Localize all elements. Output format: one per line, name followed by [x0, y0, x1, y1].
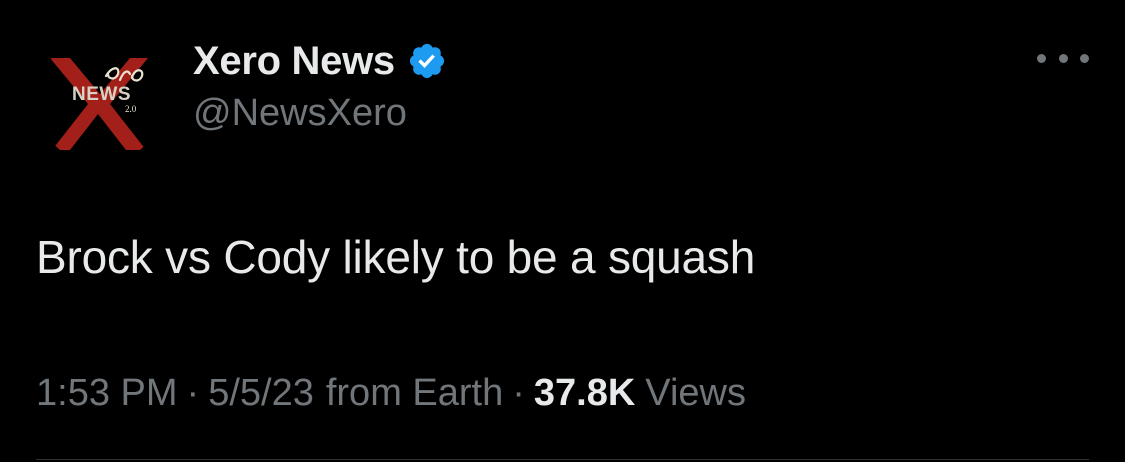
- tweet-source: from Earth: [325, 372, 504, 414]
- views-count[interactable]: 37.8K: [534, 372, 635, 415]
- xero-news-logo-icon: NEWS 2.0: [36, 36, 164, 164]
- tweet-text: Brock vs Cody likely to be a squash: [36, 231, 756, 283]
- author-handle[interactable]: @NewsXero: [193, 92, 407, 135]
- separator: ·: [512, 372, 525, 414]
- svg-text:2.0: 2.0: [125, 104, 137, 114]
- tweet-date[interactable]: 5/5/23: [208, 372, 314, 415]
- verified-badge-icon[interactable]: [407, 41, 447, 81]
- tweet-card[interactable]: NEWS 2.0 Xero News @NewsXero Brock vs Co…: [0, 0, 1125, 462]
- svg-text:NEWS: NEWS: [72, 84, 131, 105]
- author-display-name[interactable]: Xero News: [193, 39, 395, 84]
- more-horizontal-icon: [1058, 53, 1068, 63]
- more-horizontal-icon: [1037, 53, 1046, 63]
- tweet-time[interactable]: 1:53 PM: [36, 372, 178, 415]
- views-label[interactable]: Views: [645, 372, 746, 415]
- more-options-button[interactable]: [1037, 44, 1089, 72]
- author-name-row: Xero News: [193, 36, 447, 86]
- more-horizontal-icon: [1080, 53, 1089, 63]
- tweet-metadata: 1:53 PM · 5/5/23 from Earth · 37.8K View…: [36, 372, 746, 415]
- divider: [36, 459, 1089, 460]
- separator: ·: [186, 372, 200, 414]
- author-avatar[interactable]: NEWS 2.0: [36, 36, 164, 164]
